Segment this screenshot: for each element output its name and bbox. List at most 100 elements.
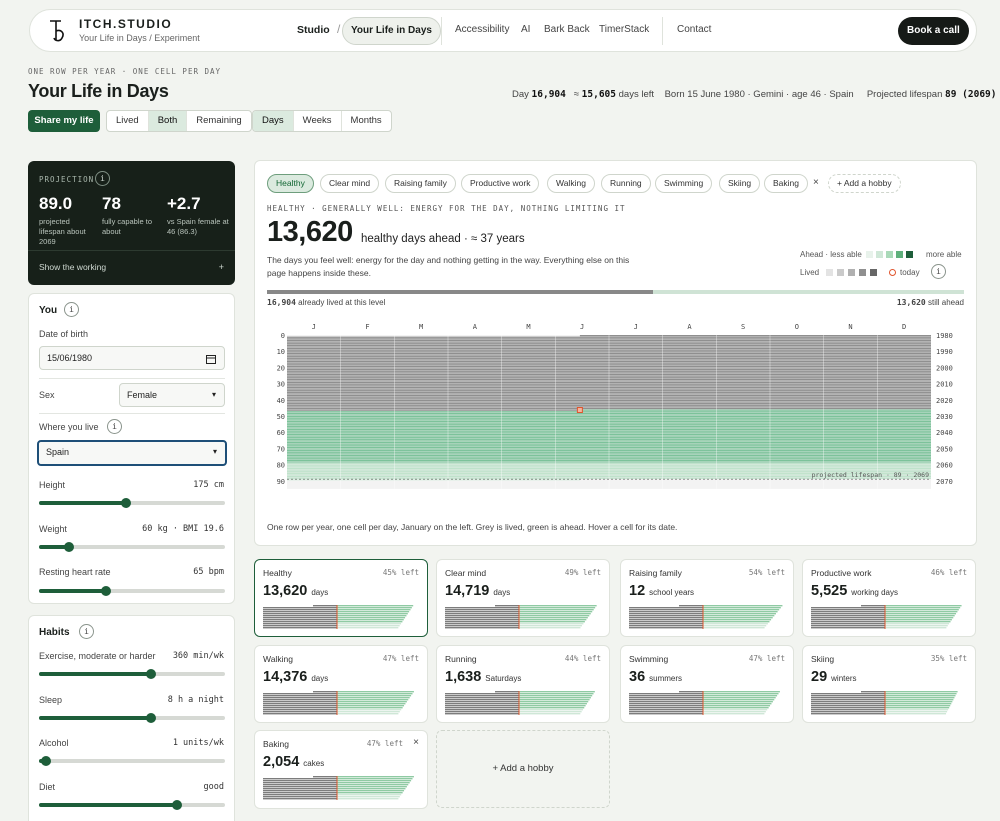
- breadcrumb-current[interactable]: Your Life in Days: [342, 17, 441, 45]
- studio-logo-icon[interactable]: [47, 18, 67, 44]
- sleep-slider[interactable]: [39, 713, 225, 723]
- slider-handle[interactable]: [121, 498, 132, 508]
- weight-slider[interactable]: [39, 542, 225, 552]
- exercise-slider[interactable]: [39, 669, 225, 679]
- age-label: 60: [277, 429, 285, 437]
- mini-ahead-row: [703, 705, 771, 707]
- mini-ahead-row: [519, 619, 587, 621]
- hobby-tile[interactable]: Healthy 45% left 13,620 days: [254, 559, 428, 637]
- mini-ahead-row: [337, 792, 403, 794]
- chip-walking[interactable]: Walking: [547, 174, 595, 193]
- info-icon[interactable]: i: [95, 171, 110, 186]
- view-both[interactable]: Both: [148, 111, 188, 131]
- mini-lived-row: [811, 699, 885, 701]
- nav-link-contact[interactable]: Contact: [677, 24, 711, 35]
- tile-mini-grid: [263, 605, 414, 629]
- mini-ahead-row: [885, 713, 947, 715]
- chip-running[interactable]: Running: [601, 174, 651, 193]
- slider-handle[interactable]: [145, 669, 156, 679]
- slider-handle[interactable]: [41, 756, 52, 766]
- mini-ahead-row: [519, 625, 582, 627]
- brand-name[interactable]: ITCH.STUDIO: [79, 17, 172, 31]
- info-icon[interactable]: i: [79, 624, 94, 639]
- divider: [39, 378, 225, 379]
- divider: [39, 413, 225, 414]
- hobby-tile[interactable]: Skiing 35% left 29 winters: [802, 645, 976, 723]
- info-icon[interactable]: i: [64, 302, 79, 317]
- nav-link-bark-back[interactable]: Bark Back: [544, 24, 590, 35]
- hobby-tile[interactable]: Swimming 47% left 36 summers: [620, 645, 794, 723]
- height-slider[interactable]: [39, 498, 225, 508]
- mini-ahead-row: [885, 619, 952, 621]
- year-label: 2040: [936, 429, 953, 437]
- alcohol-label: Alcohol: [39, 738, 69, 748]
- mini-lived-row: [263, 794, 337, 796]
- slider-handle[interactable]: [145, 713, 156, 723]
- book-call-button[interactable]: Book a call: [898, 17, 969, 45]
- breadcrumb-studio[interactable]: Studio: [297, 24, 330, 36]
- legend-swatch: [848, 269, 855, 276]
- mini-lived-row: [811, 617, 885, 619]
- hobby-tile[interactable]: Running 44% left 1,638 Saturdays: [436, 645, 610, 723]
- chip-productive-work[interactable]: Productive work: [461, 174, 540, 193]
- add-hobby-chip[interactable]: + Add a hobby: [828, 174, 901, 193]
- mini-ahead-row: [337, 625, 400, 627]
- diet-label: Diet: [39, 782, 56, 792]
- chip-skiing[interactable]: Skiing: [719, 174, 761, 193]
- alcohol-slider[interactable]: [39, 756, 225, 766]
- country-select[interactable]: Spain ▾: [37, 440, 227, 466]
- hobby-tile[interactable]: Baking 47% left × 2,054 cakes: [254, 730, 428, 809]
- tile-value: 5,525 working days: [811, 583, 898, 599]
- info-icon[interactable]: i: [107, 419, 122, 434]
- mini-ahead-row: [337, 699, 409, 701]
- diet-slider[interactable]: [39, 800, 225, 810]
- hobby-tile[interactable]: Walking 47% left 14,376 days: [254, 645, 428, 723]
- tile-mini-grid: [263, 776, 414, 800]
- nav-link-ai[interactable]: AI: [521, 24, 530, 35]
- hobby-tile[interactable]: Clear mind 49% left 14,719 days: [436, 559, 610, 637]
- chip-healthy[interactable]: Healthy: [267, 174, 314, 193]
- chip-clear-mind[interactable]: Clear mind: [320, 174, 380, 193]
- info-icon[interactable]: i: [931, 264, 946, 279]
- view-remaining[interactable]: Remaining: [187, 111, 250, 131]
- close-icon[interactable]: ×: [413, 737, 419, 748]
- hobby-tile[interactable]: Raising family 54% left 12 school years: [620, 559, 794, 637]
- mini-ahead-row: [885, 609, 959, 611]
- mini-ahead-row: [337, 605, 414, 607]
- mini-lived-row: [263, 798, 337, 800]
- add-hobby-tile[interactable]: + Add a hobby: [436, 730, 610, 808]
- nav-link-timerstack[interactable]: TimerStack: [599, 24, 649, 35]
- tile-unit: summers: [649, 674, 683, 683]
- unit-months[interactable]: Months: [342, 111, 391, 131]
- chip-swimming[interactable]: Swimming: [655, 174, 713, 193]
- share-button[interactable]: Share my life: [28, 110, 100, 132]
- heart-rate-slider[interactable]: [39, 586, 225, 596]
- unit-weeks[interactable]: Weeks: [294, 111, 342, 131]
- slider-handle[interactable]: [63, 542, 74, 552]
- show-working-toggle[interactable]: Show the working: [39, 262, 106, 272]
- chip-baking[interactable]: Baking: [764, 174, 808, 193]
- hobby-tile[interactable]: Productive work 46% left 5,525 working days: [802, 559, 976, 637]
- tile-unit: working days: [851, 588, 898, 597]
- slider-handle[interactable]: [171, 800, 182, 810]
- lifespan-label: projected lifespan · 89 · 2069: [812, 471, 929, 479]
- slider-handle[interactable]: [100, 586, 111, 596]
- dob-input[interactable]: 15/06/1980: [39, 346, 225, 370]
- mini-ahead-row: [337, 621, 403, 623]
- life-grid[interactable]: J F M A M J J A S O N D 0 1980 10 1990 20 2000 30 2010 40 202…: [265, 318, 965, 518]
- calendar-icon: [206, 355, 216, 364]
- mini-ahead-row: [703, 627, 765, 629]
- mini-ahead-row: [703, 713, 765, 715]
- view-lived[interactable]: Lived: [107, 111, 149, 131]
- section-title: You: [39, 305, 58, 316]
- nav-link-accessibility[interactable]: Accessibility: [455, 24, 509, 35]
- close-icon[interactable]: ×: [813, 177, 819, 188]
- projection-value: +2.7: [167, 194, 201, 213]
- month-label: A: [687, 323, 692, 331]
- mini-lived-row: [445, 619, 519, 621]
- chip-raising-family[interactable]: Raising family: [385, 174, 456, 193]
- legend-swatch: [837, 269, 844, 276]
- unit-days[interactable]: Days: [253, 111, 294, 131]
- sex-select[interactable]: Female ▾: [119, 383, 225, 407]
- expand-icon[interactable]: +: [219, 262, 224, 272]
